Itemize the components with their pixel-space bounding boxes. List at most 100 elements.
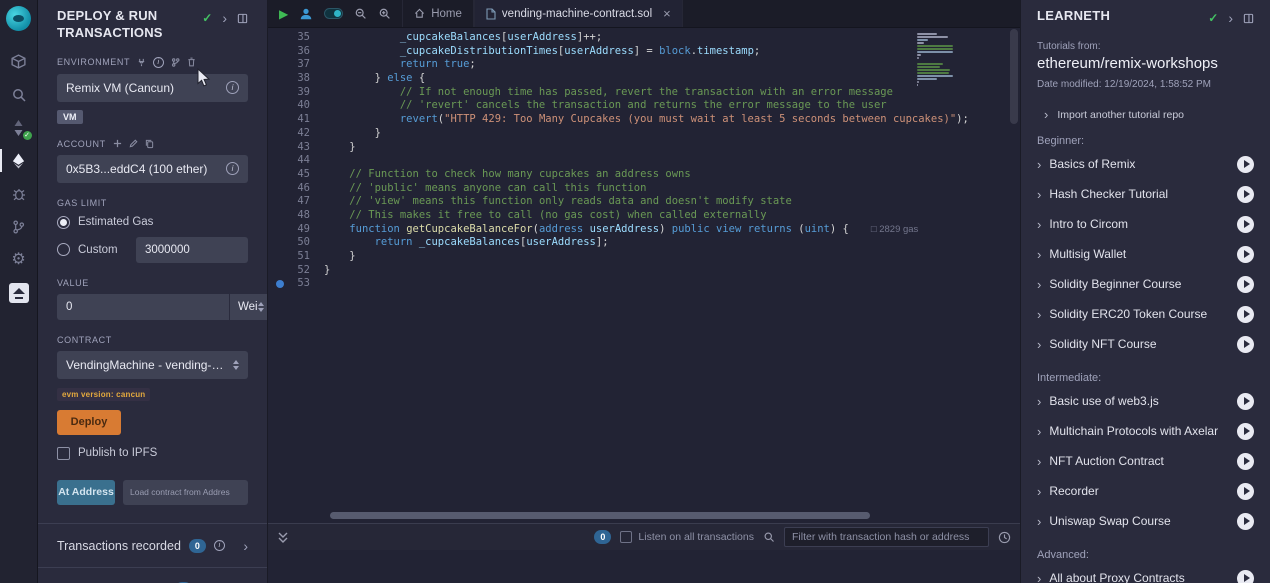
close-tab-icon[interactable]: × — [663, 6, 671, 21]
tutorial-item[interactable]: ›Hash Checker Tutorial — [1037, 179, 1254, 209]
remix-logo[interactable] — [6, 6, 31, 31]
panel-expand-chevron-icon[interactable]: › — [222, 13, 227, 23]
code-line[interactable]: revert("HTTP 429: Too Many Cupcakes (you… — [324, 113, 1020, 127]
custom-gas-input[interactable] — [136, 237, 248, 263]
sidebar-item-git[interactable] — [0, 210, 38, 243]
panel-expand-chevron-icon[interactable]: › — [1228, 13, 1233, 23]
code-line[interactable]: // 'revert' cancels the transaction and … — [324, 99, 1020, 113]
tutorial-item[interactable]: ›All about Proxy Contracts — [1037, 563, 1254, 583]
horizontal-scrollbar[interactable] — [330, 512, 870, 519]
play-tutorial-button[interactable] — [1237, 276, 1254, 293]
code-line[interactable]: function getCupcakeBalanceFor(address us… — [324, 223, 1020, 237]
code-line[interactable]: } — [324, 127, 1020, 141]
code-line[interactable]: // 'public' means anyone can call this f… — [324, 182, 1020, 196]
at-address-button[interactable]: At Address — [57, 480, 115, 505]
copy-icon[interactable] — [145, 139, 154, 149]
play-tutorial-button[interactable] — [1237, 336, 1254, 353]
account-copy-icon[interactable]: i — [226, 162, 239, 175]
custom-gas-option[interactable]: Custom — [57, 237, 248, 263]
publish-ipfs-checkbox[interactable] — [57, 447, 70, 460]
play-tutorial-button[interactable] — [1237, 453, 1254, 470]
line-number[interactable]: 47 — [268, 195, 310, 209]
code-line[interactable]: } — [324, 141, 1020, 155]
code-line[interactable]: // Function to check how many cupcakes a… — [324, 168, 1020, 182]
sidebar-item-file-explorer[interactable] — [0, 45, 38, 78]
line-number[interactable]: 37 — [268, 58, 310, 72]
trash-icon[interactable] — [187, 57, 196, 67]
ai-copilot-toggle[interactable] — [324, 8, 343, 19]
editor-code[interactable]: _cupcakeBalances[userAddress]++; _cupcak… — [324, 28, 1020, 523]
transactions-expand-chevron-icon[interactable]: › — [243, 538, 248, 554]
pin-panel-icon[interactable] — [1243, 13, 1254, 24]
code-line[interactable]: } else { — [324, 72, 1020, 86]
add-account-icon[interactable] — [113, 139, 122, 148]
run-script-play-icon[interactable]: ▶ — [279, 7, 288, 21]
tutorial-item[interactable]: ›Multichain Protocols with Axelar — [1037, 416, 1254, 446]
tutorial-item[interactable]: ›Solidity ERC20 Token Course — [1037, 299, 1254, 329]
tutorial-item[interactable]: ›Recorder — [1037, 476, 1254, 506]
line-number[interactable]: 48 — [268, 209, 310, 223]
line-number[interactable]: 42 — [268, 127, 310, 141]
code-line[interactable]: // This makes it free to call (no gas co… — [324, 209, 1020, 223]
history-clock-icon[interactable] — [998, 531, 1011, 544]
line-number[interactable]: 51 — [268, 250, 310, 264]
line-number[interactable]: 41 — [268, 113, 310, 127]
listen-all-transactions[interactable]: Listen on all transactions — [620, 531, 754, 543]
code-line[interactable] — [324, 154, 1020, 168]
expand-terminal-icon[interactable] — [277, 531, 289, 544]
tutorial-item[interactable]: ›NFT Auction Contract — [1037, 446, 1254, 476]
code-line[interactable]: } — [324, 264, 1020, 278]
pencil-icon[interactable] — [129, 139, 138, 148]
import-tutorial-repo[interactable]: › Import another tutorial repo — [1037, 107, 1254, 122]
at-address-input[interactable] — [123, 480, 248, 505]
sidebar-item-debugger[interactable] — [0, 177, 38, 210]
sidebar-item-solidity-compiler[interactable]: ✓ — [0, 111, 38, 144]
play-tutorial-button[interactable] — [1237, 423, 1254, 440]
sidebar-item-deploy-and-run[interactable] — [0, 144, 38, 177]
unit-spinner-icon[interactable] — [258, 302, 264, 312]
sidebar-item-settings[interactable]: ⚙ — [0, 243, 38, 276]
tutorial-item[interactable]: ›Solidity NFT Course — [1037, 329, 1254, 359]
deploy-button[interactable]: Deploy — [57, 410, 121, 435]
play-tutorial-button[interactable] — [1237, 216, 1254, 233]
line-number[interactable]: 44 — [268, 154, 310, 168]
line-number[interactable]: 38 — [268, 72, 310, 86]
tutorial-item[interactable]: ›Solidity Beginner Course — [1037, 269, 1254, 299]
value-input[interactable] — [57, 294, 229, 320]
line-number[interactable]: 45 — [268, 168, 310, 182]
tutorial-item[interactable]: ›Intro to Circom — [1037, 209, 1254, 239]
code-line[interactable] — [324, 277, 1020, 291]
zoom-out-icon[interactable] — [354, 7, 367, 20]
line-number-with-breakpoint[interactable]: 53 — [268, 277, 310, 291]
pin-panel-icon[interactable] — [237, 13, 248, 24]
value-unit-select[interactable]: Wei — [229, 294, 268, 320]
line-number[interactable]: 43 — [268, 141, 310, 155]
transaction-filter-input[interactable] — [784, 527, 989, 547]
line-number[interactable]: 50 — [268, 236, 310, 250]
code-editor[interactable]: 35363738394041424344454647484950515253 _… — [268, 28, 1020, 523]
transactions-info-icon[interactable]: i — [214, 540, 225, 551]
deployed-contracts-row[interactable]: Deployed Contracts 0 — [57, 568, 248, 583]
play-tutorial-button[interactable] — [1237, 306, 1254, 323]
tab-vending-machine-contract[interactable]: vending-machine-contract.sol × — [474, 0, 683, 27]
play-tutorial-button[interactable] — [1237, 483, 1254, 500]
code-line[interactable]: _cupcakeBalances[userAddress]++; — [324, 31, 1020, 45]
line-number[interactable]: 36 — [268, 45, 310, 59]
custom-gas-radio[interactable] — [57, 243, 70, 256]
listen-checkbox[interactable] — [620, 531, 632, 543]
vertical-scrollbar[interactable] — [1010, 29, 1018, 124]
publish-ipfs-row[interactable]: Publish to IPFS — [57, 447, 248, 460]
environment-docs-icon[interactable]: i — [226, 81, 239, 94]
line-number[interactable]: 52 — [268, 264, 310, 278]
play-tutorial-button[interactable] — [1237, 246, 1254, 263]
plug-icon[interactable] — [137, 58, 146, 67]
play-tutorial-button[interactable] — [1237, 570, 1254, 583]
environment-info-icon[interactable]: i — [153, 57, 164, 68]
code-line[interactable]: return _cupcakeBalances[userAddress]; — [324, 236, 1020, 250]
play-tutorial-button[interactable] — [1237, 186, 1254, 203]
contract-select[interactable]: VendingMachine - vending-machin — [57, 351, 248, 379]
account-select[interactable]: 0x5B3...eddC4 (100 ether) i — [57, 155, 248, 183]
tutorial-item[interactable]: ›Multisig Wallet — [1037, 239, 1254, 269]
line-number[interactable]: 49 — [268, 223, 310, 237]
play-tutorial-button[interactable] — [1237, 393, 1254, 410]
